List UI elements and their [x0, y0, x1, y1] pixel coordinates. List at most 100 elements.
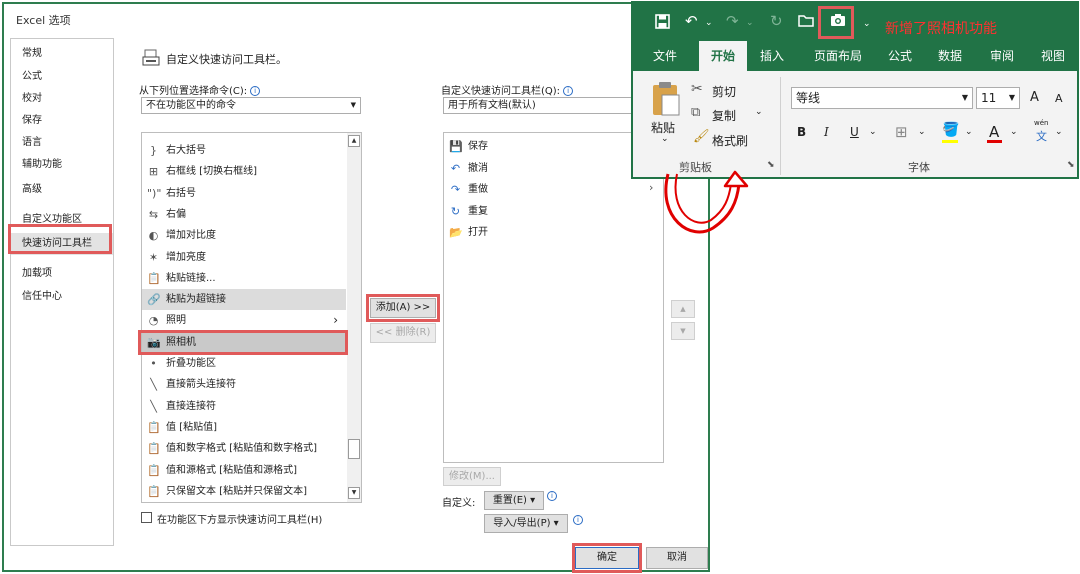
borders-icon[interactable]: ⊞	[895, 123, 908, 141]
chevron-down-icon: ▼	[1008, 93, 1015, 102]
nav-item-1[interactable]: 公式	[11, 66, 113, 88]
command-item[interactable]: ◐ 增加对比度	[142, 225, 346, 246]
nav-item-9[interactable]: 加载项	[11, 263, 113, 285]
command-item[interactable]: 📋 只保留文本 [粘贴并只保留文本]	[142, 481, 346, 502]
dialog-launcher-icon[interactable]: ⬊	[767, 160, 775, 170]
ribbon-tab[interactable]: 开始	[699, 41, 747, 71]
choose-from-combo[interactable]: 不在功能区中的命令 ▼	[141, 97, 361, 114]
command-item[interactable]: ⊞ 右框线 [切换右框线]	[142, 161, 346, 182]
cancel-button[interactable]: 取消	[646, 547, 708, 569]
copy-icon[interactable]: ⧉	[691, 105, 700, 120]
command-label: 只保留文本 [粘贴并只保留文本]	[166, 485, 307, 497]
font-size-combo[interactable]: 11 ▼	[976, 87, 1020, 109]
info-icon[interactable]: i	[573, 515, 583, 525]
phonetic-guide-pinyin[interactable]: wén	[1034, 119, 1048, 127]
command-item[interactable]: 📋 值和数字格式 [粘贴值和数字格式]	[142, 438, 346, 459]
remove-button[interactable]: << 删除(R)	[370, 323, 436, 343]
ribbon-tab[interactable]: 视图	[1031, 41, 1075, 71]
command-item[interactable]: • 折叠功能区	[142, 353, 346, 374]
info-icon[interactable]: i	[547, 491, 557, 501]
italic-button[interactable]: I	[824, 125, 829, 139]
qat-listbox[interactable]: 💾 保存 ↶ 撤消 ↷ 重做 ↻ 重复 📂 打开 ›	[443, 132, 664, 463]
nav-item-4[interactable]: 语言	[11, 132, 113, 154]
chevron-down-icon[interactable]: ⌄	[705, 15, 713, 31]
quick-access-toolbar: ↶ ⌄ ↷ ⌄ ↻ ⌄ 新增了照相机功能	[633, 3, 1077, 41]
command-item[interactable]: 📋 值和源格式 [粘贴值和源格式]	[142, 460, 346, 481]
modify-button[interactable]: 修改(M)...	[443, 467, 501, 486]
customize-qat-combo[interactable]: 用于所有文档(默认)	[443, 97, 639, 114]
nav-item-2[interactable]: 校对	[11, 88, 113, 110]
qat-list-item[interactable]: ↷ 重做	[444, 179, 644, 200]
move-down-button[interactable]: ▼	[671, 322, 695, 340]
command-item[interactable]: ")" 右括号	[142, 183, 346, 204]
ribbon-tab[interactable]: 页面布局	[803, 41, 873, 71]
shrink-font-button[interactable]: A	[1055, 92, 1063, 105]
underline-button[interactable]: U	[850, 125, 859, 139]
ribbon-tab[interactable]: 公式	[879, 41, 921, 71]
command-item[interactable]: 📋 值 [粘贴值]	[142, 417, 346, 438]
ribbon-tab[interactable]: 文件	[639, 41, 691, 71]
command-item[interactable]: ╲ 直接箭头连接符	[142, 374, 346, 395]
qat-list-item[interactable]: ↻ 重复	[444, 201, 644, 222]
nav-item-6[interactable]: 高级	[11, 179, 113, 201]
command-icon: ╲	[150, 399, 157, 413]
bold-button[interactable]: B	[797, 125, 806, 139]
ribbon-tab[interactable]: 数据	[927, 41, 973, 71]
nav-item-0[interactable]: 常规	[11, 43, 113, 65]
fill-color-icon[interactable]: 🪣	[942, 122, 959, 138]
nav-item-3[interactable]: 保存	[11, 110, 113, 132]
command-item[interactable]: ◔ 照明 ›	[142, 310, 346, 331]
command-item[interactable]: ⇆ 右偏	[142, 204, 346, 225]
phonetic-guide-icon[interactable]: 文	[1036, 128, 1047, 144]
nav-item-5[interactable]: 辅助功能	[11, 154, 113, 176]
info-icon[interactable]: i	[563, 86, 574, 96]
undo-icon[interactable]: ↶	[685, 13, 698, 29]
customize-qat-dropdown-icon[interactable]: ⌄	[863, 16, 871, 32]
nav-item-10[interactable]: 信任中心	[11, 286, 113, 308]
format-painter-icon[interactable]: 🖌	[693, 129, 710, 144]
commands-scrollbar[interactable]: ▲ ▼	[347, 133, 361, 502]
scroll-thumb[interactable]	[348, 439, 360, 459]
dialog-launcher-icon[interactable]: ⬊	[1067, 160, 1075, 170]
info-icon[interactable]: i	[250, 86, 261, 96]
save-icon[interactable]	[655, 14, 670, 32]
chevron-down-icon[interactable]: ⌄	[965, 127, 973, 137]
chevron-down-icon[interactable]: ⌄	[1055, 127, 1063, 137]
ribbon-tab[interactable]: 审阅	[979, 41, 1025, 71]
font-color-button[interactable]: A	[989, 123, 999, 141]
copy-button[interactable]: 复制	[712, 107, 736, 124]
commands-listbox[interactable]: } 右大括号 ⊞ 右框线 [切换右框线] ")" 右括号 ⇆ 右偏 ◐ 增加对比度 ✶ 增加亮度 📋 粘贴…	[141, 132, 362, 503]
qat-list-item[interactable]: 💾 保存	[444, 136, 644, 157]
command-label: 直接连接符	[166, 400, 216, 412]
command-icon: ")"	[147, 186, 162, 200]
chevron-down-icon[interactable]: ⌄	[869, 127, 877, 137]
reset-button[interactable]: 重置(E) ▾	[484, 491, 544, 510]
chevron-down-icon[interactable]: ⌄	[661, 134, 669, 144]
chevron-down-icon[interactable]: ⌄	[918, 127, 926, 137]
command-item[interactable]: ✶ 增加亮度	[142, 247, 346, 268]
command-item[interactable]: ╲ 直接连接符	[142, 396, 346, 417]
paste-icon[interactable]	[651, 81, 681, 120]
open-folder-icon[interactable]	[798, 13, 815, 31]
qat-list-item[interactable]: 📂 打开	[444, 222, 644, 243]
cut-button[interactable]: 剪切	[712, 83, 736, 100]
chevron-down-icon[interactable]: ⌄	[755, 107, 763, 117]
chevron-down-icon[interactable]: ⌄	[1010, 127, 1018, 137]
command-item[interactable]: 🔗 粘贴为超链接	[142, 289, 346, 311]
command-label: 值和数字格式 [粘贴值和数字格式]	[166, 443, 317, 455]
qat-list-item[interactable]: ↶ 撤消	[444, 158, 644, 179]
ribbon-tab[interactable]: 插入	[749, 41, 795, 71]
move-up-button[interactable]: ▲	[671, 300, 695, 318]
scissors-icon[interactable]: ✂	[691, 81, 703, 97]
scroll-down-button[interactable]: ▼	[348, 487, 360, 499]
show-below-ribbon-checkbox[interactable]	[141, 512, 152, 523]
font-name-combo[interactable]: 等线 ▼	[791, 87, 973, 109]
command-item[interactable]: 📋 粘贴链接...	[142, 268, 346, 289]
grow-font-button[interactable]: A	[1030, 90, 1039, 105]
import-export-button[interactable]: 导入/导出(P) ▾	[484, 514, 568, 533]
options-nav: 常规 公式 校对 保存 语言 辅助功能 高级 自定义功能区 快速访问工具栏 加载项 信任中心	[10, 38, 114, 546]
format-painter-button[interactable]: 格式刷	[712, 132, 748, 149]
scroll-up-button[interactable]: ▲	[348, 135, 360, 147]
command-label: 右偏	[166, 208, 186, 220]
command-item[interactable]: } 右大括号	[142, 140, 346, 161]
